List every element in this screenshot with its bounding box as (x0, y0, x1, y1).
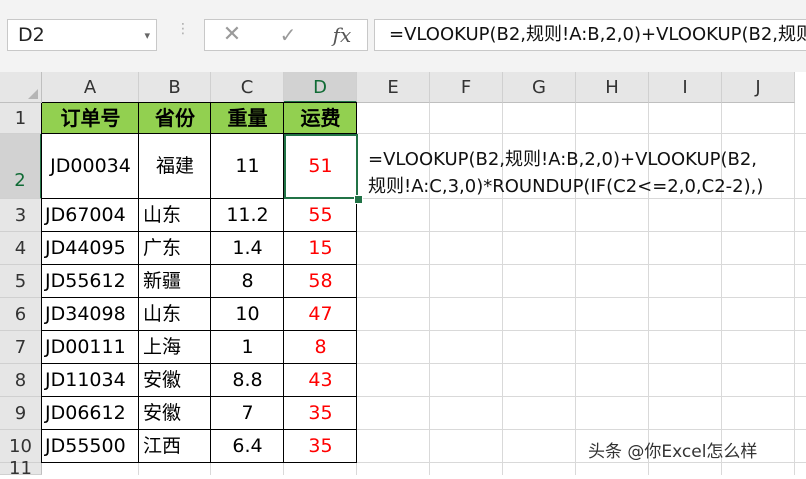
name-box-value: D2 (18, 24, 45, 46)
weight-cell[interactable]: 11.2 (211, 199, 284, 232)
row-header-1[interactable]: 1 (0, 103, 42, 134)
freight-cell[interactable]: 55 (284, 199, 357, 232)
weight-header-cell[interactable]: 重量 (211, 103, 284, 134)
order-header-cell[interactable]: 订单号 (42, 103, 139, 134)
freight-cell[interactable]: 58 (284, 265, 357, 298)
freight-cell[interactable]: 15 (284, 232, 357, 265)
order-cell[interactable]: JD67004 (42, 199, 139, 232)
chevron-down-icon[interactable]: ▾ (144, 21, 150, 51)
freight-header-cell[interactable]: 运费 (284, 103, 357, 134)
formula-buttons: ✕ ✓ fx (204, 19, 368, 51)
province-cell[interactable]: 安徽 (139, 397, 211, 430)
column-header-a[interactable]: A (42, 72, 139, 103)
table-border (42, 231, 357, 232)
formula-input[interactable]: =VLOOKUP(B2,规则!A:B,2,0)+VLOOKUP(B2,规则!A:… (374, 19, 806, 51)
freight-cell[interactable]: 35 (284, 430, 357, 463)
province-cell[interactable]: 江西 (139, 430, 211, 463)
formula-annotation: =VLOOKUP(B2,规则!A:B,2,0)+VLOOKUP(B2, 规则!A… (368, 146, 798, 200)
province-cell[interactable]: 山东 (139, 298, 211, 331)
province-cell[interactable]: 安徽 (139, 364, 211, 397)
column-header-e[interactable]: E (357, 72, 430, 103)
order-cell[interactable]: JD55500 (42, 430, 139, 463)
row-header-5[interactable]: 5 (0, 265, 42, 298)
row-header-7[interactable]: 7 (0, 331, 42, 364)
order-cell[interactable]: JD44095 (42, 232, 139, 265)
row-header-8[interactable]: 8 (0, 364, 42, 397)
table-border (42, 429, 357, 430)
grip-icon: ⋮ (176, 21, 190, 37)
province-cell[interactable]: 山东 (139, 199, 211, 232)
weight-cell[interactable]: 6.4 (211, 430, 284, 463)
table-border (210, 103, 211, 463)
table-border (41, 103, 42, 463)
column-header-j[interactable]: J (722, 72, 795, 103)
table-border (42, 102, 357, 103)
column-header-h[interactable]: H (576, 72, 649, 103)
row-header-3[interactable]: 3 (0, 199, 42, 232)
province-cell[interactable]: 新疆 (139, 265, 211, 298)
active-cell-selection (284, 134, 358, 199)
column-header-g[interactable]: G (503, 72, 576, 103)
annotation-line-1: =VLOOKUP(B2,规则!A:B,2,0)+VLOOKUP(B2, (368, 149, 758, 170)
weight-cell[interactable]: 11 (211, 134, 284, 199)
column-header-i[interactable]: I (649, 72, 722, 103)
fill-handle[interactable] (354, 195, 363, 204)
province-cell[interactable]: 广东 (139, 232, 211, 265)
table-border (42, 330, 357, 331)
cancel-icon[interactable]: ✕ (217, 20, 247, 50)
weight-cell[interactable]: 10 (211, 298, 284, 331)
order-cell[interactable]: JD55612 (42, 265, 139, 298)
freight-cell[interactable]: 35 (284, 397, 357, 430)
table-border (42, 363, 357, 364)
province-cell[interactable]: 福建 (139, 134, 211, 199)
insert-function-icon[interactable]: fx (327, 20, 357, 50)
table-border (42, 396, 357, 397)
weight-cell[interactable]: 7 (211, 397, 284, 430)
row-header-9[interactable]: 9 (0, 397, 42, 430)
row-header-6[interactable]: 6 (0, 298, 42, 331)
name-box[interactable]: D2 ▾ (7, 19, 157, 51)
column-header-b[interactable]: B (139, 72, 211, 103)
freight-cell[interactable]: 47 (284, 298, 357, 331)
order-cell[interactable]: JD00034 (42, 134, 139, 199)
province-header-cell[interactable]: 省份 (139, 103, 211, 134)
order-cell[interactable]: JD34098 (42, 298, 139, 331)
freight-cell[interactable]: 8 (284, 331, 357, 364)
column-header-f[interactable]: F (430, 72, 503, 103)
province-cell[interactable]: 上海 (139, 331, 211, 364)
table-border (42, 462, 357, 463)
table-border (42, 264, 357, 265)
table-border (42, 297, 357, 298)
weight-cell[interactable]: 1 (211, 331, 284, 364)
enter-icon[interactable]: ✓ (273, 20, 303, 50)
order-cell[interactable]: JD11034 (42, 364, 139, 397)
annotation-line-2: 规则!A:C,3,0)*ROUNDUP(IF(C2<=2,0,C2-2),) (368, 176, 764, 197)
weight-cell[interactable]: 1.4 (211, 232, 284, 265)
order-cell[interactable]: JD06612 (42, 397, 139, 430)
column-header-c[interactable]: C (211, 72, 284, 103)
select-all-corner[interactable] (0, 72, 42, 103)
column-header-d[interactable]: D (284, 72, 357, 103)
table-border (138, 103, 139, 463)
freight-cell[interactable]: 43 (284, 364, 357, 397)
weight-cell[interactable]: 8 (211, 265, 284, 298)
weight-cell[interactable]: 8.8 (211, 364, 284, 397)
row-header-11[interactable]: 11 (0, 460, 42, 478)
watermark: 头条 @你Excel怎么样 (588, 442, 758, 462)
row-header-2[interactable]: 2 (0, 134, 42, 199)
order-cell[interactable]: JD00111 (42, 331, 139, 364)
row-header-4[interactable]: 4 (0, 232, 42, 265)
